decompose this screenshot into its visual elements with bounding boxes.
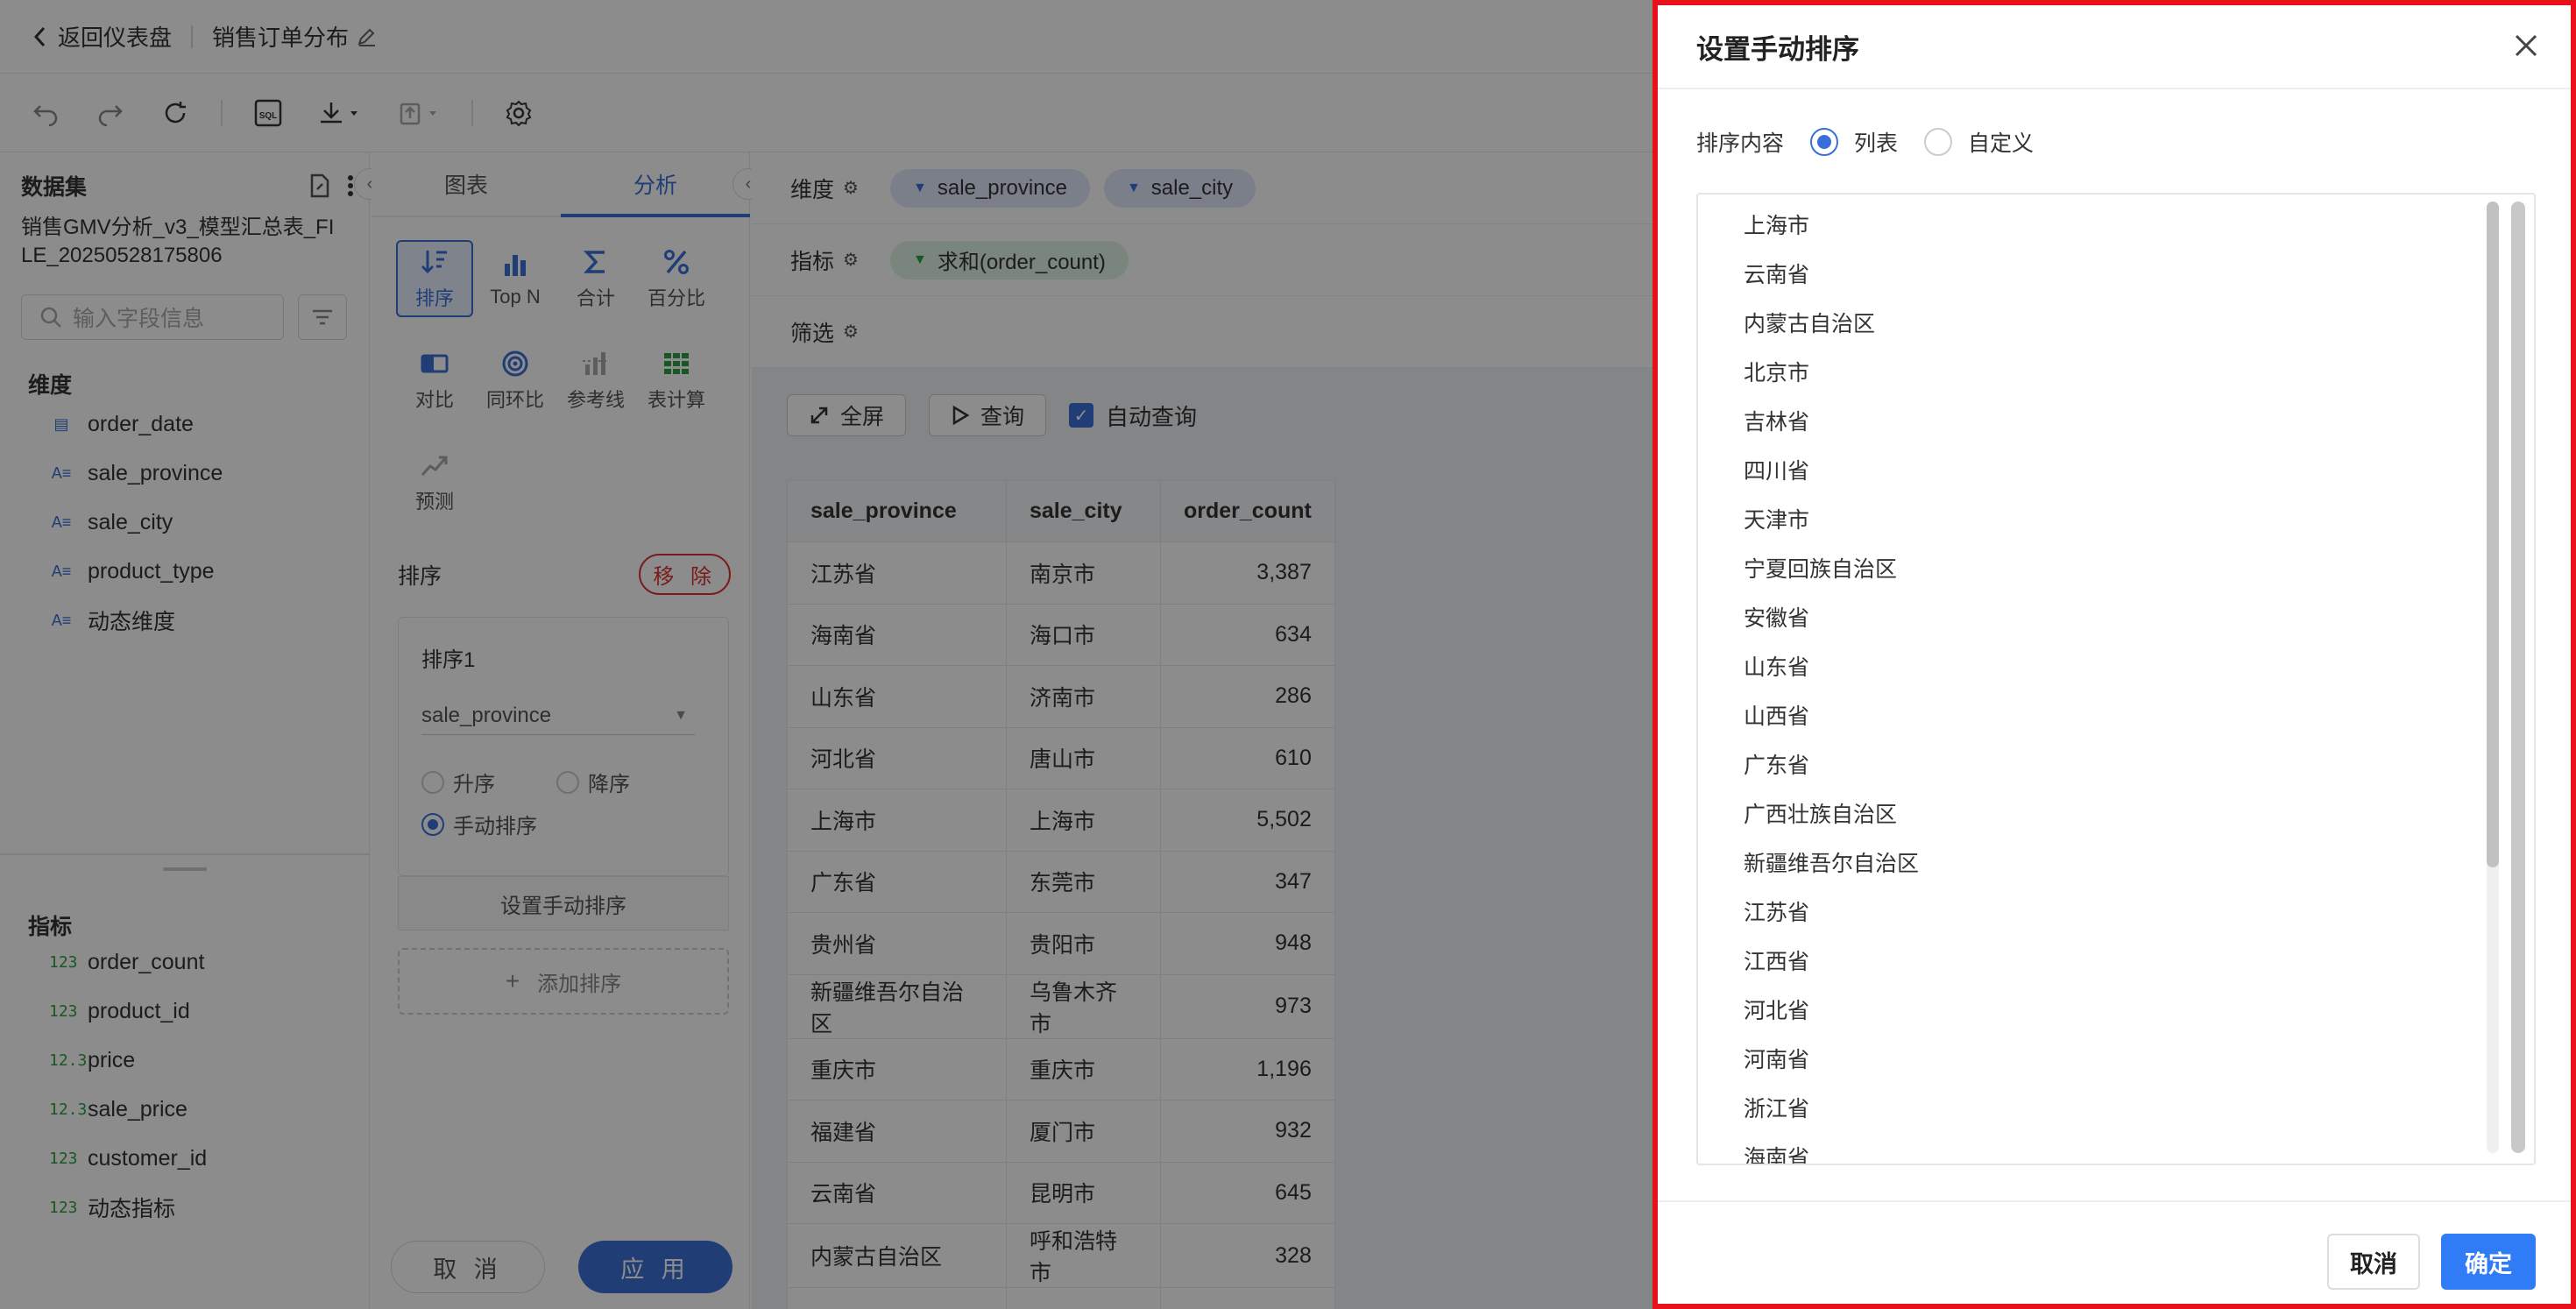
sort-list-item[interactable]: 北京市 — [1698, 349, 2487, 398]
scrollbar-thumb[interactable] — [2487, 202, 2499, 867]
manual-sort-dialog: 设置手动排序 排序内容 列表 自定义 上海市 云南省 内蒙古自治区 北京市 吉林省 四川省… — [1652, 0, 2576, 1309]
sort-list-item[interactable]: 安徽省 — [1698, 594, 2487, 643]
option-custom-label: 自定义 — [1968, 131, 2035, 156]
sort-list-item[interactable]: 广东省 — [1698, 741, 2487, 790]
inner-scrollbar[interactable] — [2487, 202, 2499, 1153]
sort-content-label: 排序内容 — [1696, 131, 1785, 156]
option-list-radio[interactable]: 列表 — [1810, 126, 1898, 158]
sort-list-item[interactable]: 广西壮族自治区 — [1698, 790, 2487, 839]
sort-list-item[interactable]: 海南省 — [1698, 1134, 2487, 1164]
sort-list-item[interactable]: 吉林省 — [1698, 398, 2487, 447]
dialog-cancel-button[interactable]: 取消 — [2327, 1234, 2420, 1290]
radio-icon — [1924, 128, 1953, 156]
dialog-title: 设置手动排序 — [1696, 33, 1859, 65]
sort-list-item[interactable]: 河南省 — [1698, 1036, 2487, 1085]
radio-selected-icon — [1810, 128, 1839, 156]
sort-list-item[interactable]: 山西省 — [1698, 692, 2487, 741]
sort-list-item[interactable]: 云南省 — [1698, 251, 2487, 300]
dialog-header: 设置手动排序 — [1658, 5, 2571, 89]
dialog-confirm-button[interactable]: 确定 — [2441, 1234, 2536, 1290]
close-icon[interactable] — [2513, 27, 2539, 66]
sort-list-item[interactable]: 江苏省 — [1698, 888, 2487, 938]
option-custom-radio[interactable]: 自定义 — [1924, 126, 2034, 158]
sort-item-list-inner: 上海市 云南省 内蒙古自治区 北京市 吉林省 四川省 天津市 宁夏回族自治区 安徽省 山东省 山西省… — [1698, 195, 2487, 1164]
sort-list-item[interactable]: 宁夏回族自治区 — [1698, 545, 2487, 594]
dialog-footer-divider — [1658, 1200, 2571, 1202]
sort-item-list[interactable]: 上海市 云南省 内蒙古自治区 北京市 吉林省 四川省 天津市 宁夏回族自治区 安徽省 山东省 山西省… — [1696, 193, 2536, 1165]
sort-list-item[interactable]: 浙江省 — [1698, 1085, 2487, 1134]
sort-list-item[interactable]: 四川省 — [1698, 447, 2487, 496]
outer-scrollbar[interactable] — [2511, 202, 2525, 1153]
sort-list-item[interactable]: 河北省 — [1698, 987, 2487, 1036]
option-list-label: 列表 — [1854, 131, 1899, 156]
app-root: 返回仪表盘 销售订单分布 SQL 数据集 销售GMV分析_v3_模型汇总表_FI… — [0, 0, 2576, 1309]
sort-list-item[interactable]: 山东省 — [1698, 643, 2487, 692]
sort-list-item[interactable]: 内蒙古自治区 — [1698, 300, 2487, 349]
sort-list-item[interactable]: 江西省 — [1698, 938, 2487, 987]
scrollbar-thumb[interactable] — [2511, 202, 2525, 1153]
sort-list-item[interactable]: 天津市 — [1698, 496, 2487, 545]
sort-content-options: 排序内容 列表 自定义 — [1696, 126, 2034, 158]
sort-list-item[interactable]: 新疆维吾尔自治区 — [1698, 839, 2487, 888]
sort-list-item[interactable]: 上海市 — [1698, 202, 2487, 251]
